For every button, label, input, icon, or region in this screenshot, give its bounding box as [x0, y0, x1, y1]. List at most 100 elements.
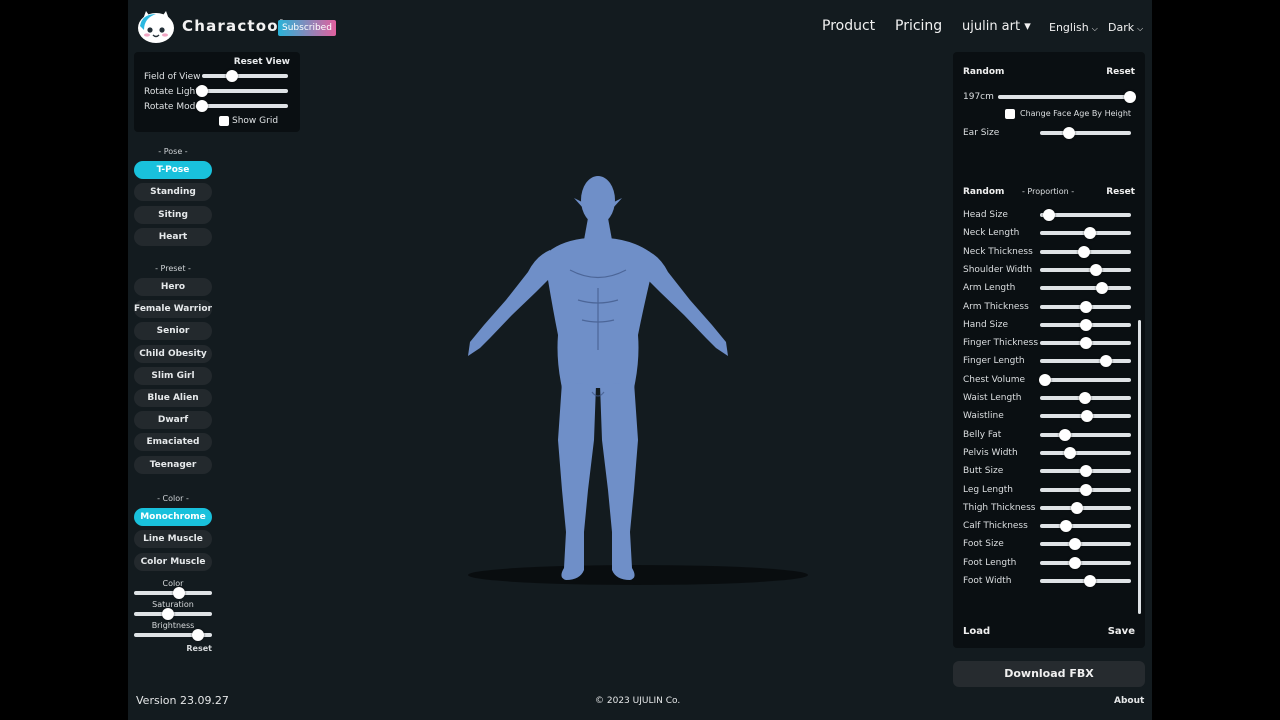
- proportion-slider[interactable]: [1040, 209, 1131, 221]
- proportion-slider[interactable]: [1040, 318, 1131, 331]
- ear-size-slider-knob[interactable]: [1063, 127, 1076, 139]
- proportion-slider-knob[interactable]: [1059, 428, 1072, 441]
- proportion-slider-knob[interactable]: [1081, 410, 1094, 423]
- proportion-slider-knob[interactable]: [1071, 501, 1084, 514]
- view-setting-slider[interactable]: [202, 70, 288, 82]
- proportion-slider[interactable]: [1040, 300, 1131, 313]
- proportion-slider-label: Chest Volume: [963, 374, 1026, 385]
- show-grid-checkbox[interactable]: [219, 116, 229, 126]
- pose-button[interactable]: Standing: [134, 183, 212, 202]
- proportion-slider[interactable]: [1040, 520, 1131, 533]
- proportion-slider[interactable]: [1040, 483, 1131, 496]
- proportion-slider-knob[interactable]: [1077, 245, 1090, 258]
- proportion-slider-knob[interactable]: [1084, 227, 1097, 240]
- proportion-slider-knob[interactable]: [1095, 282, 1108, 295]
- proportion-slider[interactable]: [1040, 227, 1131, 240]
- preset-button[interactable]: Child Obesity: [134, 344, 212, 363]
- proportion-slider[interactable]: [1040, 245, 1131, 258]
- version-label: Version 23.09.27: [136, 694, 229, 707]
- proportion-random-button[interactable]: Random: [963, 187, 1004, 197]
- preset-button[interactable]: Female Warrior: [134, 300, 212, 319]
- language-select[interactable]: English ⌵: [1049, 21, 1098, 34]
- proportion-slider-knob[interactable]: [1069, 556, 1082, 569]
- proportion-slider[interactable]: [1040, 392, 1131, 404]
- 3d-viewport[interactable]: [388, 160, 848, 620]
- color-mode-button[interactable]: Monochrome: [134, 508, 212, 526]
- proportion-slider-knob[interactable]: [1084, 575, 1097, 587]
- color-mode-button[interactable]: Line Muscle: [134, 530, 212, 549]
- pose-button[interactable]: Heart: [134, 227, 212, 246]
- color-setting-slider-knob[interactable]: [191, 629, 204, 641]
- character-model[interactable]: [468, 176, 728, 580]
- body-random-button[interactable]: Random: [963, 67, 1004, 77]
- show-grid-label: Show Grid: [232, 116, 279, 126]
- charactool-logo-icon[interactable]: [136, 8, 176, 44]
- proportion-slider-knob[interactable]: [1064, 446, 1077, 459]
- color-setting-slider[interactable]: [134, 587, 212, 599]
- ear-size-slider[interactable]: [1040, 127, 1131, 139]
- preset-button[interactable]: Blue Alien: [134, 389, 212, 407]
- proportion-slider[interactable]: [1040, 538, 1131, 551]
- proportion-slider[interactable]: [1040, 282, 1131, 295]
- proportion-slider[interactable]: [1040, 428, 1131, 441]
- color-reset-button[interactable]: Reset: [184, 644, 212, 653]
- theme-select[interactable]: Dark ⌵: [1108, 21, 1143, 34]
- proportion-slider-knob[interactable]: [1079, 337, 1092, 350]
- reset-view-button[interactable]: Reset View: [234, 57, 290, 67]
- proportion-slider-knob[interactable]: [1039, 373, 1052, 386]
- height-slider-knob[interactable]: [1123, 91, 1136, 103]
- view-setting-slider-knob[interactable]: [196, 100, 208, 112]
- proportion-scrollbar[interactable]: [1138, 320, 1141, 614]
- proportion-slider-knob[interactable]: [1069, 538, 1082, 551]
- proportion-slider-knob[interactable]: [1043, 209, 1056, 221]
- proportion-slider[interactable]: [1040, 446, 1131, 459]
- view-setting-slider[interactable]: [196, 100, 288, 112]
- proportion-slider[interactable]: [1040, 501, 1131, 514]
- proportion-slider-knob[interactable]: [1080, 483, 1093, 496]
- color-setting-slider[interactable]: [134, 629, 212, 641]
- pose-button[interactable]: T-Pose: [134, 161, 212, 179]
- preset-button[interactable]: Teenager: [134, 455, 212, 474]
- color-setting-slider-knob[interactable]: [173, 587, 186, 599]
- preset-button[interactable]: Dwarf: [134, 411, 212, 430]
- proportion-slider[interactable]: [1040, 337, 1131, 350]
- nav-pricing-link[interactable]: Pricing: [895, 18, 942, 34]
- view-setting-slider-knob[interactable]: [196, 85, 208, 97]
- proportion-slider[interactable]: [1040, 575, 1131, 587]
- view-setting-slider[interactable]: [196, 85, 288, 97]
- proportion-slider-knob[interactable]: [1080, 465, 1093, 478]
- color-setting-slider[interactable]: [134, 608, 212, 620]
- color-setting-slider-knob[interactable]: [162, 608, 175, 620]
- preset-button[interactable]: Emaciated: [134, 433, 212, 452]
- subscribed-badge: Subscribed: [278, 20, 336, 36]
- height-slider[interactable]: [998, 91, 1136, 103]
- nav-product-link[interactable]: Product: [822, 18, 875, 34]
- proportion-slider[interactable]: [1040, 465, 1131, 478]
- proportion-slider-knob[interactable]: [1099, 355, 1112, 368]
- proportion-slider-knob[interactable]: [1060, 520, 1073, 533]
- download-fbx-button[interactable]: Download FBX: [953, 661, 1145, 687]
- user-menu[interactable]: ujulin art ▾: [962, 19, 1031, 34]
- body-reset-button[interactable]: Reset: [1106, 67, 1135, 77]
- save-button[interactable]: Save: [1108, 626, 1135, 637]
- preset-button[interactable]: Hero: [134, 278, 212, 296]
- proportion-slider[interactable]: [1039, 373, 1131, 386]
- about-link[interactable]: About: [1114, 696, 1144, 706]
- proportion-slider-knob[interactable]: [1079, 300, 1092, 313]
- face-age-checkbox[interactable]: [1005, 109, 1015, 119]
- pose-button[interactable]: Siting: [134, 205, 212, 224]
- view-setting-slider-knob[interactable]: [226, 70, 239, 82]
- app-window: Charactool Subscribed Product Pricing uj…: [128, 0, 1152, 720]
- proportion-slider[interactable]: [1040, 263, 1131, 276]
- proportion-slider[interactable]: [1040, 410, 1131, 423]
- load-button[interactable]: Load: [963, 626, 990, 637]
- proportion-slider-knob[interactable]: [1079, 318, 1092, 331]
- proportion-slider-knob[interactable]: [1090, 263, 1103, 276]
- preset-button[interactable]: Senior: [134, 322, 212, 341]
- preset-button[interactable]: Slim Girl: [134, 366, 212, 385]
- proportion-slider[interactable]: [1040, 556, 1131, 569]
- proportion-reset-button[interactable]: Reset: [1106, 187, 1135, 197]
- proportion-slider[interactable]: [1040, 355, 1131, 368]
- proportion-slider-knob[interactable]: [1078, 392, 1091, 404]
- color-mode-button[interactable]: Color Muscle: [134, 552, 212, 571]
